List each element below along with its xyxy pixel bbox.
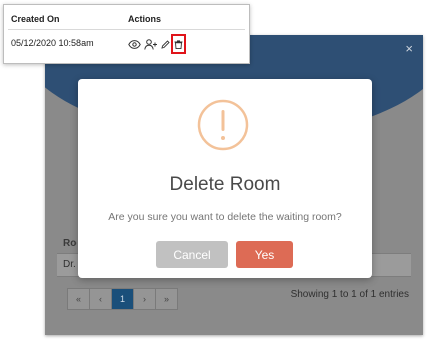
dialog-message: Are you sure you want to delete the wait… — [108, 211, 342, 223]
first-page-button[interactable]: « — [68, 289, 90, 309]
eye-icon[interactable] — [128, 37, 141, 51]
cancel-button[interactable]: Cancel — [156, 241, 228, 268]
page-1-button[interactable]: 1 — [112, 289, 134, 309]
created-on-header: Created On — [11, 14, 60, 24]
close-icon[interactable]: × — [405, 42, 413, 55]
confirm-yes-button[interactable]: Yes — [236, 241, 293, 268]
header-divider — [8, 29, 245, 30]
pagination: « ‹ 1 › » — [67, 288, 178, 310]
created-on-value: 05/12/2020 10:58am — [11, 38, 94, 48]
actions-header: Actions — [128, 14, 162, 24]
dialog-title: Delete Room — [169, 174, 281, 195]
entries-info: Showing 1 to 1 of 1 entries — [290, 289, 409, 300]
pencil-icon[interactable] — [161, 37, 170, 51]
user-plus-icon[interactable] — [144, 37, 158, 51]
last-page-button[interactable]: » — [156, 289, 177, 309]
delete-room-dialog: Delete Room Are you sure you want to del… — [78, 79, 372, 278]
next-page-button[interactable]: › — [134, 289, 156, 309]
row-actions — [128, 34, 186, 54]
actions-callout: Created On Actions 05/12/2020 10:58am — [3, 4, 250, 64]
table-cell-doctor: Dr. I — [63, 259, 77, 270]
rooms-column-header: Roo — [63, 238, 77, 249]
prev-page-button[interactable]: ‹ — [90, 289, 112, 309]
trash-icon[interactable] — [171, 34, 186, 54]
warning-icon — [197, 99, 249, 151]
